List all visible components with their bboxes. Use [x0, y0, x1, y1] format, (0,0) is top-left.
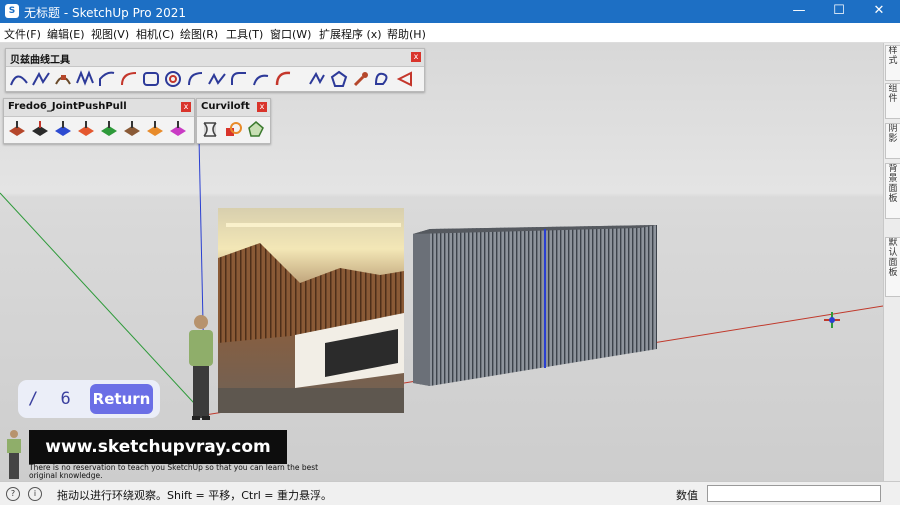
return-button[interactable]: Return	[90, 384, 153, 414]
fredo6-toolbar-close-button[interactable]: x	[181, 102, 191, 112]
info-icon[interactable]: i	[28, 487, 42, 501]
spline-edit-icon[interactable]	[53, 69, 73, 89]
title-bar: S 无标题 - SketchUp Pro 2021 — ☐ ✕	[0, 0, 900, 23]
tray-tab-background-panel[interactable]: 背景面板	[885, 163, 900, 219]
curviloft-toolbar: Curviloft x	[196, 98, 271, 144]
catmull-curve-icon[interactable]	[97, 69, 117, 89]
axis-gizmo	[824, 312, 840, 328]
bezier-toolbar-header[interactable]: 贝兹曲线工具 x	[6, 49, 424, 67]
normal-pushpull-icon[interactable]	[53, 119, 73, 139]
spiral-curve-icon[interactable]	[163, 69, 183, 89]
skin-contour-icon[interactable]	[223, 119, 243, 139]
tray-tab-shadows[interactable]: 阴影	[885, 123, 900, 159]
round-pushpull-icon[interactable]	[168, 119, 188, 139]
arc-curve-icon[interactable]	[119, 69, 139, 89]
menu-draw[interactable]: 绘图(R)	[180, 26, 218, 42]
model-viewport[interactable]: 贝兹曲线工具 x Fredo6_JointPushPull x Curvilof…	[0, 43, 883, 481]
circle-arc-icon[interactable]	[185, 69, 205, 89]
banner-note: There is no reservation to teach you Ske…	[29, 463, 319, 480]
status-hint: 拖动以进行环绕观察。Shift = 平移，Ctrl = 重力悬浮。	[57, 489, 332, 502]
curviloft-toolbar-header[interactable]: Curviloft x	[197, 99, 270, 117]
menu-edit[interactable]: 编辑(E)	[47, 26, 85, 42]
window-title: 无标题 - SketchUp Pro 2021	[24, 6, 186, 20]
menu-bar: 文件(F) 编辑(E) 视图(V) 相机(C) 绘图(R) 工具(T) 窗口(W…	[0, 23, 900, 43]
triangle-curve-icon[interactable]	[395, 69, 415, 89]
website-banner: www.sketchupvray.com	[29, 430, 287, 464]
undo-pushpull-icon[interactable]	[122, 119, 142, 139]
rectangle-curve-icon[interactable]	[141, 69, 161, 89]
default-tray: 样式 组件 阴影 背景面板 默认面板	[883, 43, 900, 481]
vector-pushpull-icon[interactable]	[30, 119, 50, 139]
fluted-wall-panel	[413, 225, 657, 386]
lobby-image-panel	[218, 208, 404, 413]
loft-along-path-icon[interactable]	[246, 119, 266, 139]
edit-vertices-icon[interactable]	[307, 69, 327, 89]
bezier-toolbar: 贝兹曲线工具 x	[5, 48, 425, 92]
smooth-arc-icon[interactable]	[251, 69, 271, 89]
loop-curve-icon[interactable]	[373, 69, 393, 89]
follow-pushpull-icon[interactable]	[99, 119, 119, 139]
menu-extensions[interactable]: 扩展程序 (x)	[319, 26, 382, 42]
curviloft-toolbar-title: Curviloft	[201, 101, 250, 112]
menu-camera[interactable]: 相机(C)	[136, 26, 174, 42]
fredo6-toolbar: Fredo6_JointPushPull x	[3, 98, 195, 144]
sketchup-app-icon: S	[5, 4, 19, 18]
menu-view[interactable]: 视图(V)	[91, 26, 129, 42]
zigzag-curve-icon[interactable]	[207, 69, 227, 89]
page-counter: / 6 0 Return	[18, 380, 160, 418]
tray-tab-default-panel[interactable]: 默认面板	[885, 237, 900, 297]
fredo6-toolbar-title: Fredo6_JointPushPull	[8, 101, 127, 112]
wrench-icon[interactable]	[351, 69, 371, 89]
polygon-curve-icon[interactable]	[329, 69, 349, 89]
bezier-toolbar-close-button[interactable]: x	[411, 52, 421, 62]
menu-window[interactable]: 窗口(W)	[270, 26, 311, 42]
tray-tab-styles[interactable]: 样式	[885, 45, 900, 81]
fillet-curve-icon[interactable]	[229, 69, 249, 89]
tray-tab-components[interactable]: 组件	[885, 83, 900, 119]
loft-by-spline-icon[interactable]	[200, 119, 220, 139]
joint-pushpull-icon[interactable]	[7, 119, 27, 139]
help-icon[interactable]: ?	[6, 487, 20, 501]
thicken-pushpull-icon[interactable]	[145, 119, 165, 139]
status-bar: ? i 拖动以进行环绕观察。Shift = 平移，Ctrl = 重力悬浮。 数值	[0, 481, 900, 505]
small-scale-figure	[7, 430, 21, 479]
nurbs-curve-icon[interactable]	[75, 69, 95, 89]
polyline-curve-icon[interactable]	[31, 69, 51, 89]
bezier-toolbar-title: 贝兹曲线工具	[10, 55, 70, 66]
measurements-label: 数值	[676, 489, 698, 502]
menu-file[interactable]: 文件(F)	[4, 26, 41, 42]
bezier-curve-icon[interactable]	[9, 69, 29, 89]
close-button[interactable]: ✕	[856, 0, 900, 23]
red-arc-icon[interactable]	[273, 69, 293, 89]
fredo6-toolbar-header[interactable]: Fredo6_JointPushPull x	[4, 99, 194, 117]
menu-help[interactable]: 帮助(H)	[387, 26, 426, 42]
menu-tools[interactable]: 工具(T)	[226, 26, 263, 42]
measurements-input[interactable]	[707, 485, 881, 502]
extrude-pushpull-icon[interactable]	[76, 119, 96, 139]
scale-figure	[189, 315, 213, 420]
curviloft-toolbar-close-button[interactable]: x	[257, 102, 267, 112]
